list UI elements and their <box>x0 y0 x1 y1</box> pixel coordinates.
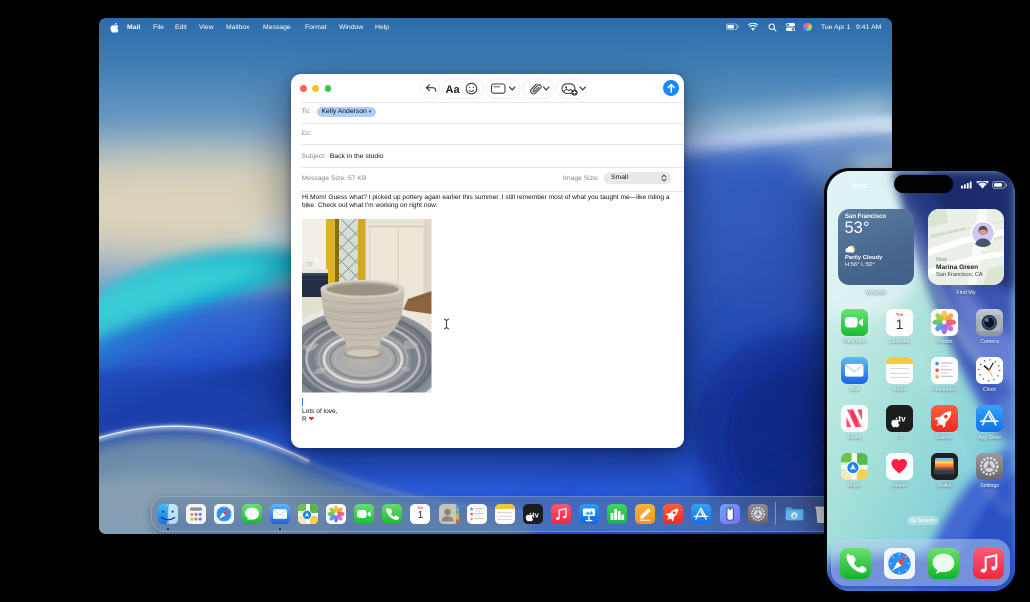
svg-text:tv: tv <box>899 415 907 424</box>
svg-text:tv: tv <box>532 510 538 519</box>
svg-text:Aa: Aa <box>446 83 461 95</box>
